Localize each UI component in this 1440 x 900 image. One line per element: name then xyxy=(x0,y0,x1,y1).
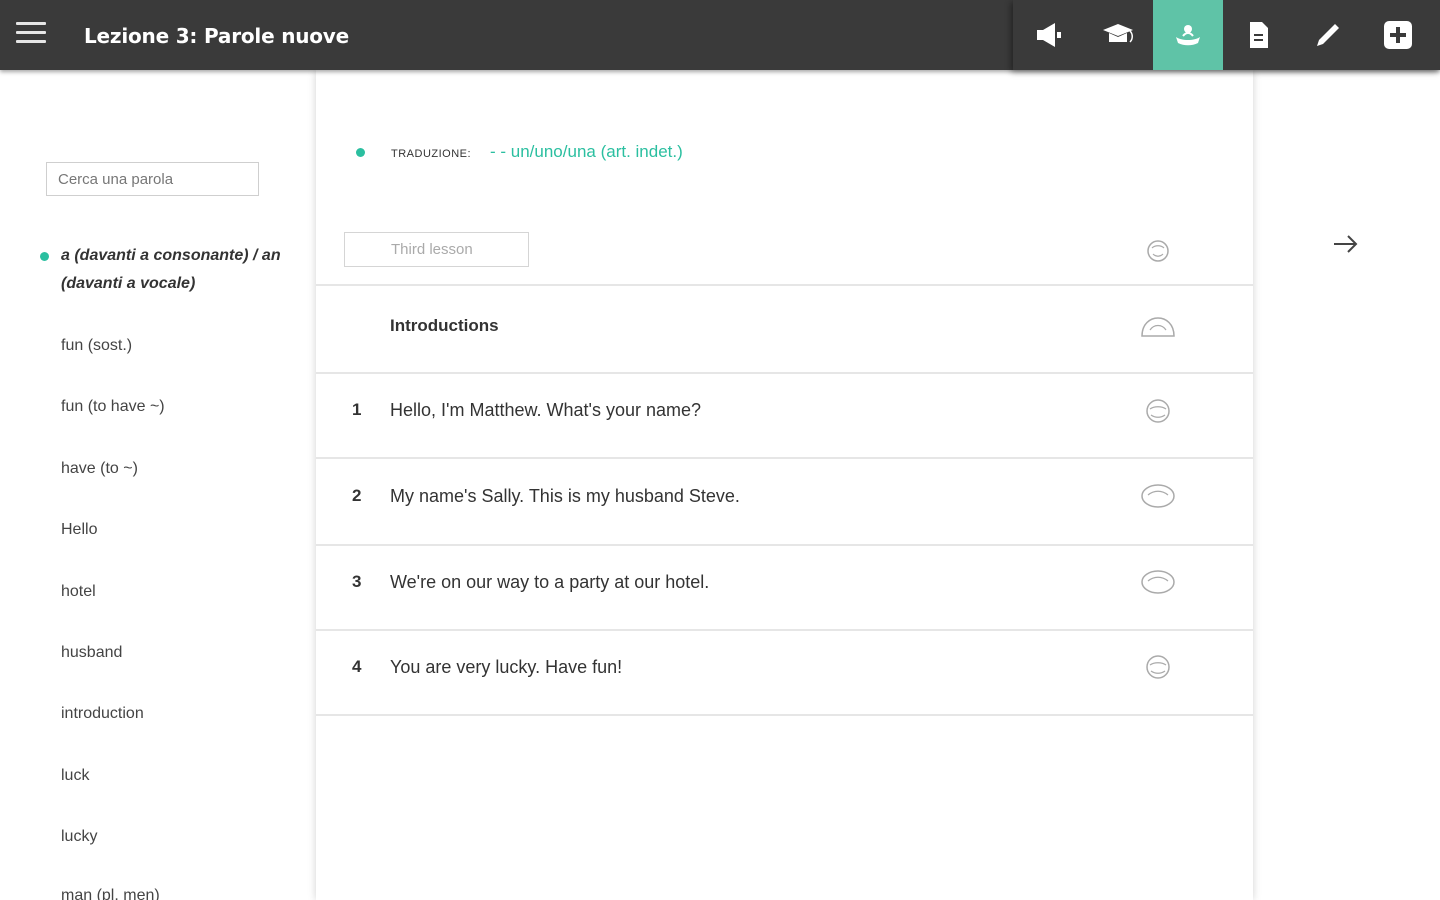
translation-label: Traduzione: xyxy=(391,148,472,160)
play-audio-button[interactable] xyxy=(1138,652,1178,682)
toolbar xyxy=(1013,0,1440,70)
sentence-row[interactable]: 3 We're on our way to a party at our hot… xyxy=(316,544,1253,629)
pencil-icon xyxy=(1317,24,1339,46)
hamburger-icon[interactable] xyxy=(16,22,46,48)
top-bar: Lezione 3: Parole nuove xyxy=(0,0,1440,70)
hand-icon xyxy=(1176,25,1200,46)
word-sidebar: a (davanti a consonante) / an (davanti a… xyxy=(0,70,300,900)
row-number: 1 xyxy=(352,400,362,419)
add-button[interactable] xyxy=(1363,0,1433,70)
sentence-row[interactable]: 2 My name's Sally. This is my husband St… xyxy=(316,457,1253,544)
speaker-face-icon xyxy=(1146,655,1170,679)
word-item[interactable]: fun (to have ~) xyxy=(61,393,165,421)
speaker-face-icon xyxy=(1141,570,1175,594)
megaphone-button[interactable] xyxy=(1013,0,1083,70)
graduation-cap-icon xyxy=(1103,24,1133,43)
translation-bullet xyxy=(356,148,365,157)
sentence-row[interactable]: 4 You are very lucky. Have fun! xyxy=(316,629,1253,714)
practice-button[interactable] xyxy=(1153,0,1223,70)
play-audio-button[interactable] xyxy=(1138,567,1178,597)
word-item[interactable]: luck xyxy=(61,762,89,790)
page-title: Lezione 3: Parole nuove xyxy=(84,24,350,48)
row-text: Introductions xyxy=(390,316,499,335)
play-audio-button[interactable] xyxy=(1138,396,1178,426)
active-word-indicator xyxy=(40,252,49,261)
lesson-name-field[interactable] xyxy=(344,232,529,267)
lesson-card: Traduzione: - - un/uno/una (art. indet.)… xyxy=(316,70,1253,900)
next-button[interactable] xyxy=(1330,228,1362,260)
translation-value: - - un/uno/una (art. indet.) xyxy=(490,142,683,161)
pencil-button[interactable] xyxy=(1293,0,1363,70)
document-button[interactable] xyxy=(1223,0,1293,70)
row-divider xyxy=(316,714,1253,716)
word-item[interactable]: fun (sost.) xyxy=(61,332,132,360)
word-item[interactable]: husband xyxy=(61,639,122,667)
word-item-a-an[interactable]: a (davanti a consonante) / an (davanti a… xyxy=(61,242,281,298)
speaker-face-icon xyxy=(1141,484,1175,508)
play-audio-button[interactable] xyxy=(1138,312,1178,342)
megaphone-icon xyxy=(1037,23,1061,47)
arrow-right-icon xyxy=(1334,235,1358,253)
row-text: We're on our way to a party at our hotel… xyxy=(390,572,710,592)
speaker-face-icon xyxy=(1147,240,1169,262)
row-number: 3 xyxy=(352,572,362,591)
learn-button[interactable] xyxy=(1083,0,1153,70)
lesson-heading-row[interactable]: Introductions xyxy=(316,284,1253,372)
word-item[interactable]: introduction xyxy=(61,700,144,728)
speaker-face-icon xyxy=(1146,399,1170,423)
play-audio-button[interactable] xyxy=(1138,236,1178,266)
row-number: 4 xyxy=(352,657,362,676)
word-item[interactable]: man (pl. men) xyxy=(61,882,160,900)
word-item[interactable]: hotel xyxy=(61,578,96,606)
row-text: My name's Sally. This is my husband Stev… xyxy=(390,486,740,506)
plus-box-icon xyxy=(1384,21,1412,49)
row-text: You are very lucky. Have fun! xyxy=(390,657,623,677)
play-audio-button[interactable] xyxy=(1138,481,1178,511)
sentence-row[interactable]: 1 Hello, I'm Matthew. What's your name? xyxy=(316,372,1253,457)
group-voices-icon xyxy=(1141,317,1175,337)
row-number: 2 xyxy=(352,486,362,505)
word-item[interactable]: have (to ~) xyxy=(61,455,138,483)
word-item[interactable]: Hello xyxy=(61,516,97,544)
document-icon xyxy=(1250,22,1268,48)
row-text: Hello, I'm Matthew. What's your name? xyxy=(390,400,701,420)
search-input[interactable] xyxy=(46,162,259,196)
word-item[interactable]: lucky xyxy=(61,823,97,851)
